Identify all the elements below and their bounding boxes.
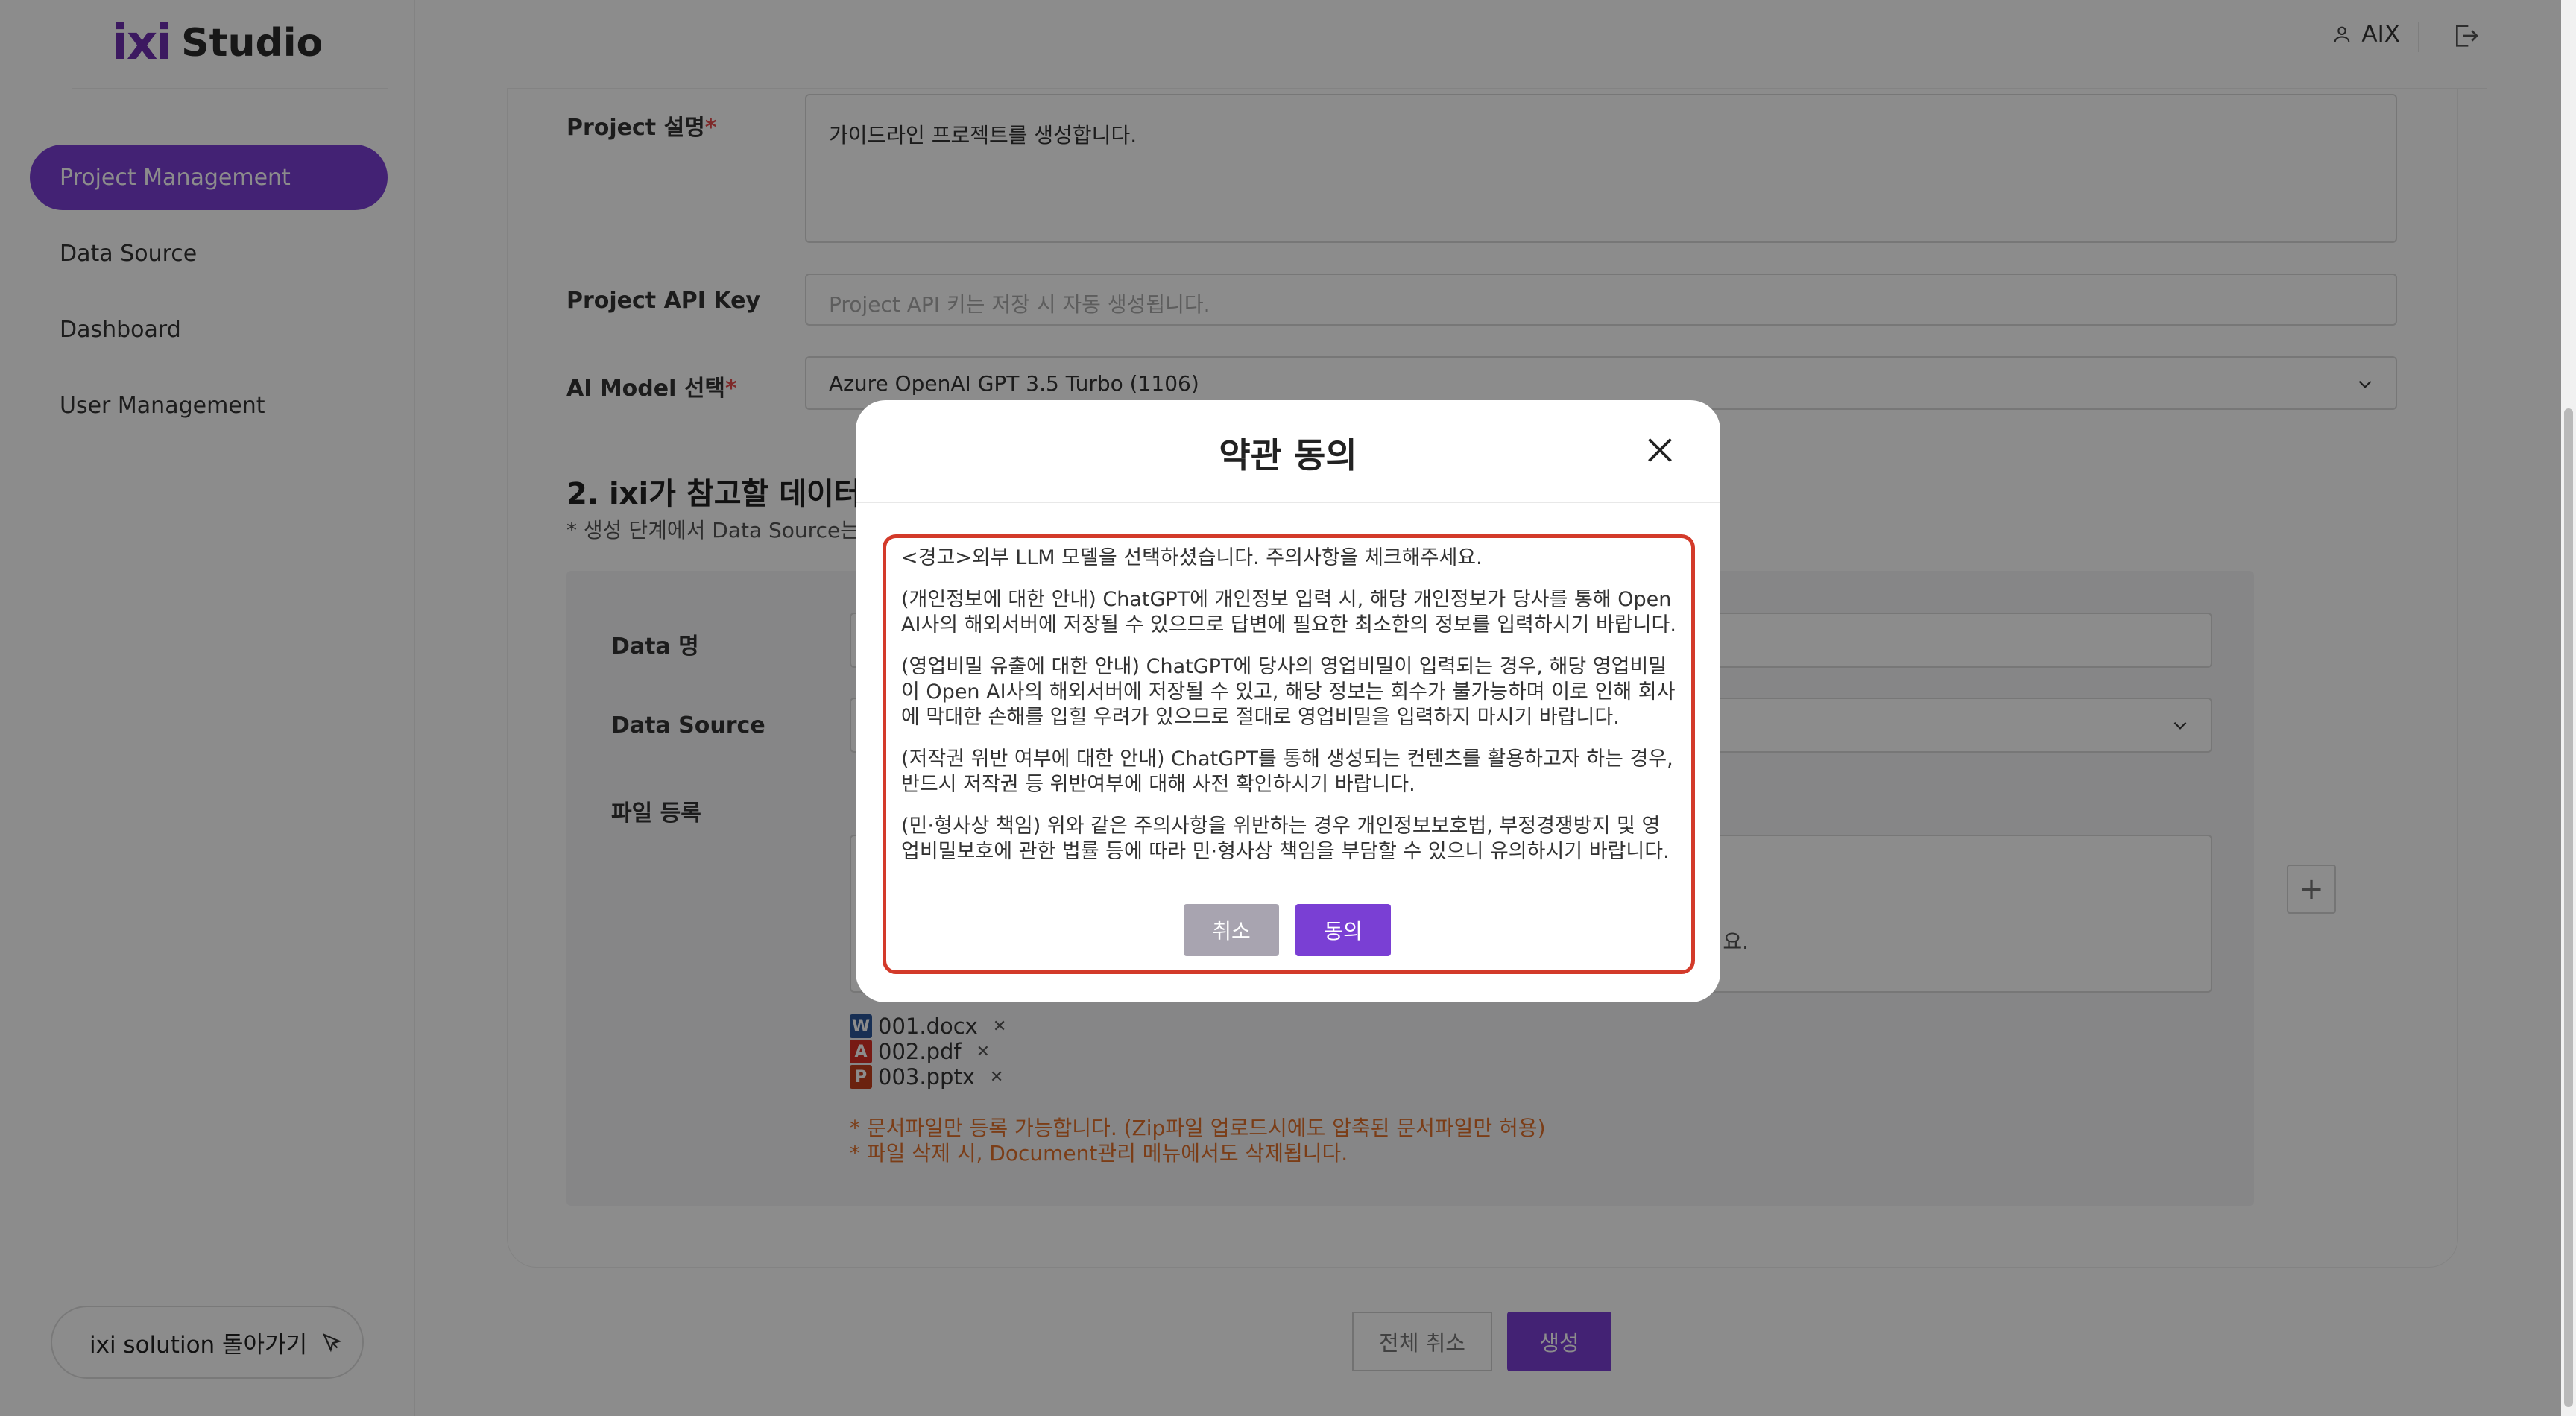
terms-copyright: (저작권 위반 여부에 대한 안내) ChatGPT를 통해 생성되는 컨텐츠를… xyxy=(901,747,1673,796)
terms-content: <경고>외부 LLM 모델을 선택하셨습니다. 주의사항을 체크해주세요. (개… xyxy=(883,534,1695,974)
scrollbar-thumb[interactable] xyxy=(2564,408,2573,1407)
cancel-button[interactable]: 취소 xyxy=(1184,904,1279,956)
modal-title: 약관 동의 xyxy=(1219,435,1357,475)
divider xyxy=(856,502,1720,503)
terms-modal: 약관 동의 <경고>외부 LLM 모델을 선택하셨습니다. 주의사항을 체크해주… xyxy=(856,400,1720,1002)
terms-privacy: (개인정보에 대한 안내) ChatGPT에 개인정보 입력 시, 해당 개인정… xyxy=(901,588,1676,636)
terms-liability: (민·형사상 책임) 위와 같은 주의사항을 위반하는 경우 개인정보보호법, … xyxy=(901,815,1670,863)
agree-button[interactable]: 동의 xyxy=(1295,904,1391,956)
terms-trade-secret: (영업비밀 유출에 대한 안내) ChatGPT에 당사의 영업비밀이 입력되는… xyxy=(901,655,1676,729)
terms-warning: <경고>외부 LLM 모델을 선택하셨습니다. 주의사항을 체크해주세요. xyxy=(901,546,1483,569)
close-icon[interactable] xyxy=(1641,432,1679,469)
